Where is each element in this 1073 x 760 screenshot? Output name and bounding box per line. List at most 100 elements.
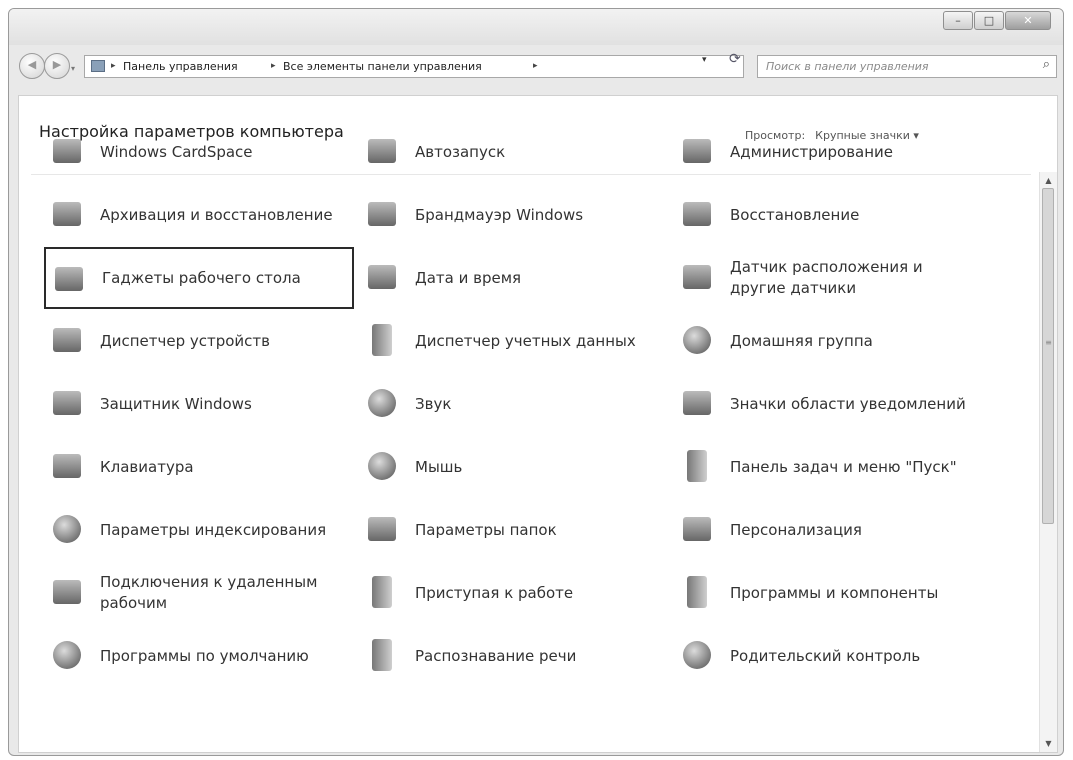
control-panel-item[interactable]: Программы и компоненты bbox=[674, 562, 984, 624]
control-panel-item-label: Автозапуск bbox=[415, 142, 506, 161]
control-panel-item[interactable]: Диспетчер устройств bbox=[44, 310, 354, 372]
control-panel-item[interactable]: Датчик расположения и другие датчики bbox=[674, 247, 984, 309]
default-programs-icon bbox=[50, 638, 84, 672]
back-arrow-icon: ◀ bbox=[27, 58, 37, 71]
keyboard-icon bbox=[50, 449, 84, 483]
date-time-icon bbox=[365, 260, 399, 294]
control-panel-item[interactable]: Звук bbox=[359, 373, 669, 435]
control-panel-item[interactable]: Восстановление bbox=[674, 184, 984, 246]
control-panel-item[interactable]: Брандмауэр Windows bbox=[359, 184, 669, 246]
control-panel-item[interactable]: Персонализация bbox=[674, 499, 984, 561]
credential-manager-icon bbox=[365, 323, 399, 357]
mouse-icon bbox=[365, 449, 399, 483]
getting-started-icon bbox=[365, 575, 399, 609]
control-panel-item-label: Звук bbox=[415, 394, 452, 413]
control-panel-item[interactable]: Значки области уведомлений bbox=[674, 373, 984, 435]
scroll-up-icon[interactable]: ▲ bbox=[1040, 176, 1057, 185]
control-panel-item[interactable]: Родительский контроль bbox=[674, 625, 984, 687]
control-panel-item-label: Персонализация bbox=[730, 520, 862, 539]
control-panel-item-label: Программы и компоненты bbox=[730, 583, 939, 602]
control-panel-item-label: Приступая к работе bbox=[415, 583, 574, 602]
control-panel-item[interactable]: Программы по умолчанию bbox=[44, 625, 354, 687]
control-panel-item-label: Домашняя группа bbox=[730, 331, 873, 350]
close-icon: ✕ bbox=[1023, 14, 1033, 27]
control-panel-item[interactable]: Параметры папок bbox=[359, 499, 669, 561]
programs-icon bbox=[680, 575, 714, 609]
remote-connections-icon bbox=[50, 575, 84, 609]
notification-area-icon bbox=[680, 386, 714, 420]
content-pane: Настройка параметров компьютера Просмотр… bbox=[18, 95, 1058, 753]
control-panel-item-label: Защитник Windows bbox=[100, 394, 252, 413]
control-panel-item[interactable]: Защитник Windows bbox=[44, 373, 354, 435]
breadcrumb-separator-icon[interactable]: ▸ bbox=[111, 56, 116, 77]
navigation-bar: ◀ ▶ ▾ ▸ Панель управления ▸ Все элементы… bbox=[9, 45, 1063, 83]
control-panel-item-label: Диспетчер учетных данных bbox=[415, 331, 636, 350]
defender-icon bbox=[50, 386, 84, 420]
breadcrumb-control-panel[interactable]: Панель управления bbox=[123, 56, 238, 77]
scroll-grip-icon: ≡ bbox=[1045, 338, 1052, 347]
control-panel-item[interactable]: Подключения к удаленным рабочим bbox=[44, 562, 354, 624]
control-panel-item[interactable]: Windows CardSpace bbox=[44, 121, 354, 183]
recovery-icon bbox=[680, 197, 714, 231]
sound-icon bbox=[365, 386, 399, 420]
control-panel-item[interactable]: Мышь bbox=[359, 436, 669, 498]
homegroup-icon bbox=[680, 323, 714, 357]
control-panel-item-label: Архивация и восстановление bbox=[100, 205, 333, 224]
minimize-button[interactable]: – bbox=[943, 11, 973, 30]
gadgets-icon bbox=[52, 262, 86, 296]
control-panel-item-label: Брандмауэр Windows bbox=[415, 205, 584, 224]
control-panel-item-label: Диспетчер устройств bbox=[100, 331, 271, 350]
control-panel-item-label: Мышь bbox=[415, 457, 463, 476]
control-panel-item[interactable]: Администрирование bbox=[674, 121, 984, 183]
cardspace-icon bbox=[50, 134, 84, 168]
control-panel-item-label: Параметры папок bbox=[415, 520, 557, 539]
vertical-scrollbar[interactable]: ▲ ≡ ▼ bbox=[1039, 172, 1057, 752]
control-panel-item[interactable]: Распознавание речи bbox=[359, 625, 669, 687]
control-panel-item[interactable]: Клавиатура bbox=[44, 436, 354, 498]
control-panel-item[interactable]: Автозапуск bbox=[359, 121, 669, 183]
refresh-icon[interactable]: ⟳ bbox=[729, 51, 741, 67]
control-panel-item-label: Параметры индексирования bbox=[100, 520, 327, 539]
backup-icon bbox=[50, 197, 84, 231]
maximize-button[interactable]: □ bbox=[974, 11, 1004, 30]
control-panel-item-label: Панель задач и меню "Пуск" bbox=[730, 457, 957, 476]
control-panel-item[interactable]: Диспетчер учетных данных bbox=[359, 310, 669, 372]
search-icon[interactable]: ⌕ bbox=[1043, 57, 1050, 72]
forward-button[interactable]: ▶ bbox=[44, 53, 70, 79]
minimize-icon: – bbox=[955, 14, 961, 27]
control-panel-item-label: Клавиатура bbox=[100, 457, 194, 476]
title-bar: – □ ✕ bbox=[9, 9, 1063, 45]
scroll-down-icon[interactable]: ▼ bbox=[1040, 739, 1057, 748]
address-bar[interactable]: ▸ Панель управления ▸ Все элементы панел… bbox=[84, 55, 744, 78]
firewall-icon bbox=[365, 197, 399, 231]
search-input[interactable]: Поиск в панели управления ⌕ bbox=[757, 55, 1057, 78]
control-panel-item[interactable]: Домашняя группа bbox=[674, 310, 984, 372]
control-panel-item-label: Гаджеты рабочего стола bbox=[102, 268, 301, 287]
control-panel-item-label: Восстановление bbox=[730, 205, 860, 224]
control-panel-item[interactable]: Архивация и восстановление bbox=[44, 184, 354, 246]
control-panel-item[interactable]: Панель задач и меню "Пуск" bbox=[674, 436, 984, 498]
forward-arrow-icon: ▶ bbox=[52, 58, 62, 71]
breadcrumb-all-items[interactable]: Все элементы панели управления bbox=[283, 56, 482, 77]
scroll-thumb[interactable] bbox=[1042, 188, 1054, 524]
control-panel-item[interactable]: Приступая к работе bbox=[359, 562, 669, 624]
control-panel-item-label: Дата и время bbox=[415, 268, 522, 287]
taskbar-icon bbox=[680, 449, 714, 483]
close-button[interactable]: ✕ bbox=[1005, 11, 1051, 30]
control-panel-item-label: Программы по умолчанию bbox=[100, 646, 309, 665]
recent-pages-dropdown[interactable]: ▾ bbox=[71, 64, 75, 73]
back-button[interactable]: ◀ bbox=[19, 53, 45, 79]
sensors-icon bbox=[680, 260, 714, 294]
control-panel-window: – □ ✕ ◀ ▶ ▾ ▸ Панель управления ▸ Все эл… bbox=[8, 8, 1064, 756]
breadcrumb-separator-icon[interactable]: ▸ bbox=[271, 56, 276, 77]
address-dropdown-icon[interactable]: ▾ bbox=[702, 55, 707, 65]
breadcrumb-separator-icon[interactable]: ▸ bbox=[533, 56, 538, 77]
device-manager-icon bbox=[50, 323, 84, 357]
control-panel-item[interactable]: Гаджеты рабочего стола bbox=[44, 247, 354, 309]
control-panel-item[interactable]: Дата и время bbox=[359, 247, 669, 309]
parental-controls-icon bbox=[680, 638, 714, 672]
control-panel-item[interactable]: Параметры индексирования bbox=[44, 499, 354, 561]
control-panel-item-label: Администрирование bbox=[730, 142, 894, 161]
admin-tools-icon bbox=[680, 134, 714, 168]
control-panel-item-label: Распознавание речи bbox=[415, 646, 577, 665]
